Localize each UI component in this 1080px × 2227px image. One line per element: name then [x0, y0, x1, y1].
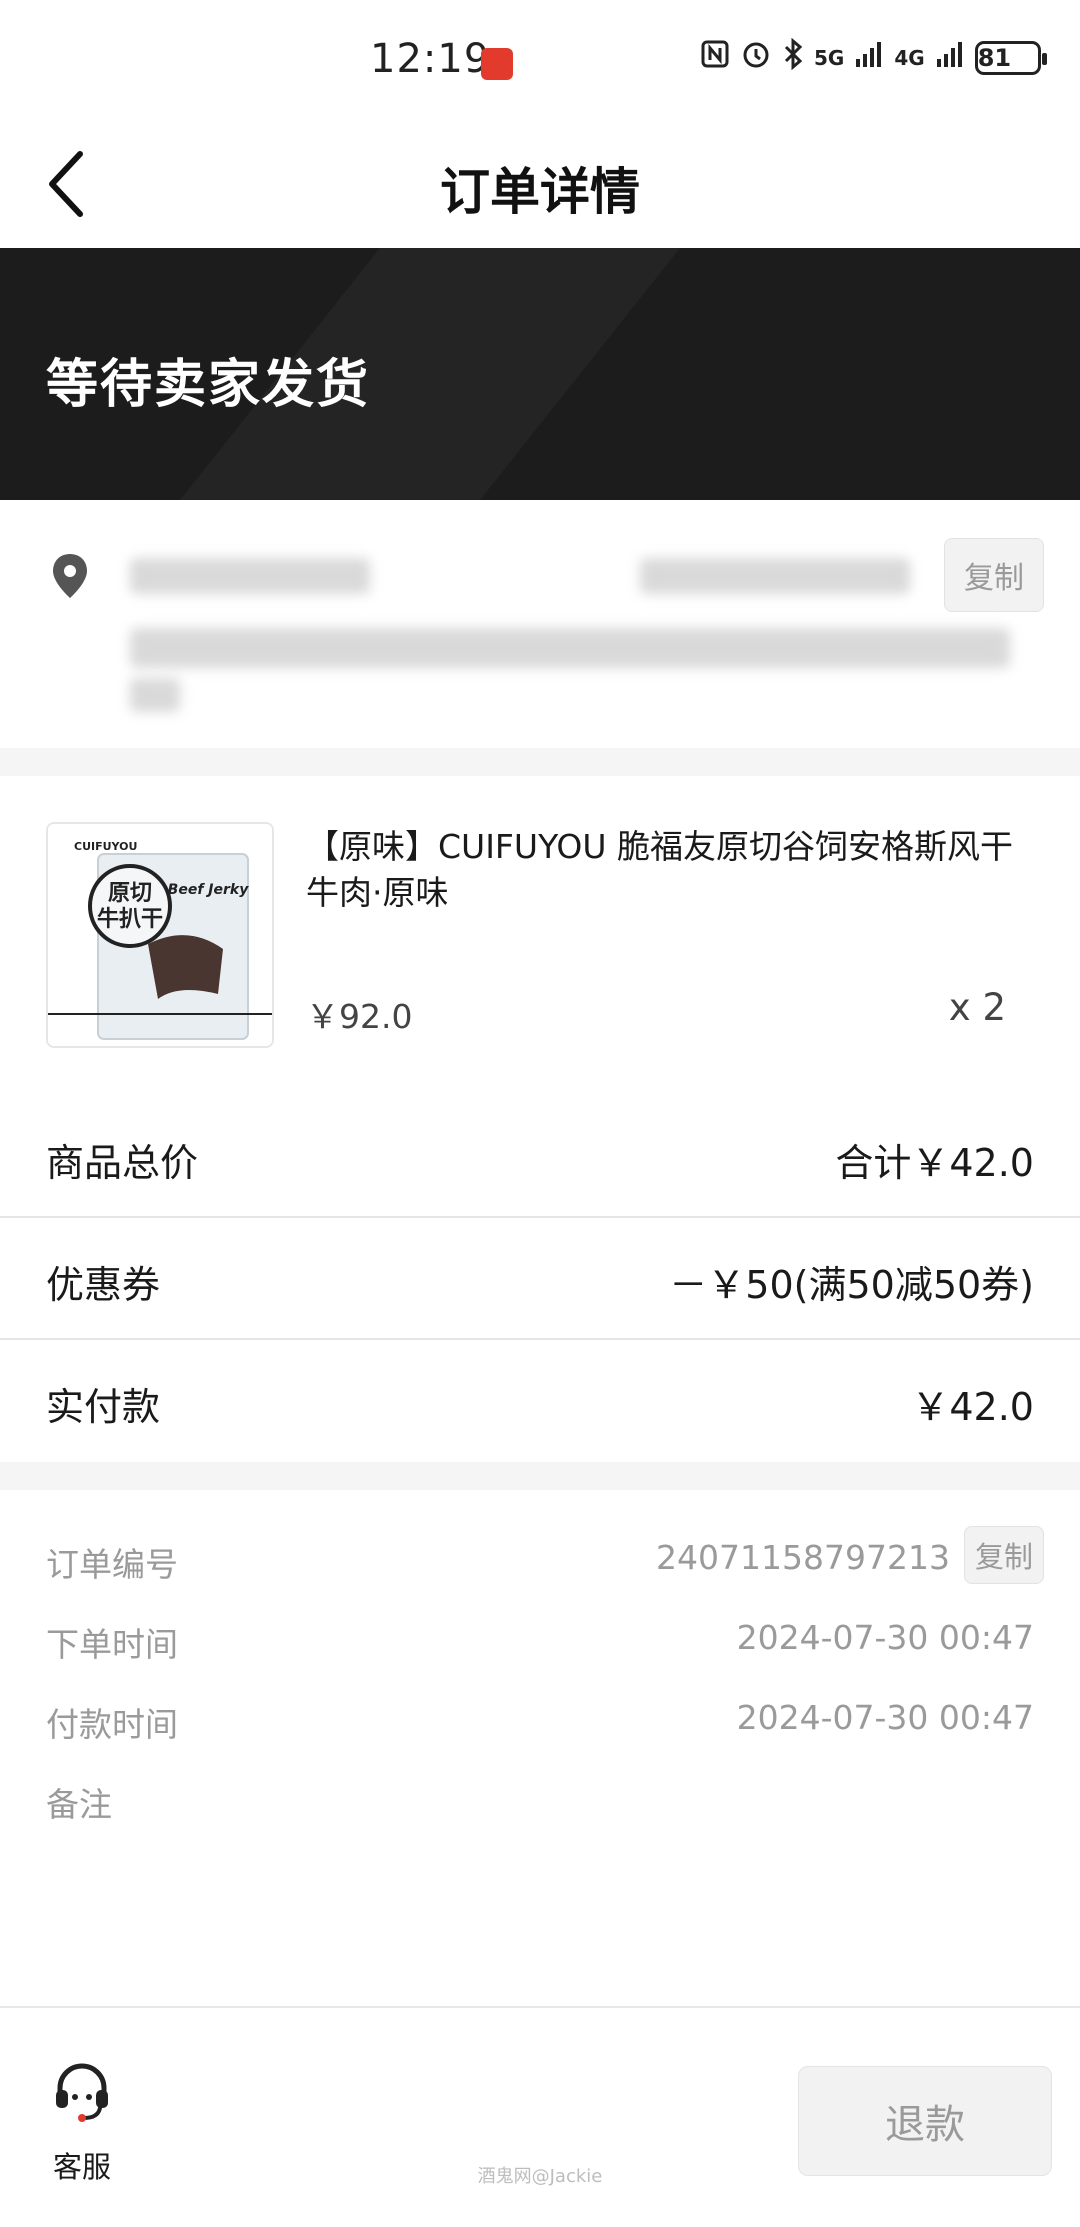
copy-order-number-button[interactable]: 复制	[964, 1526, 1044, 1584]
section-divider	[0, 1462, 1080, 1490]
address-card[interactable]: 复制	[0, 500, 1080, 748]
pay-time-row: 付款时间 2024-07-30 00:47	[0, 1692, 1080, 1752]
order-number-row: 订单编号 24071158797213 复制	[0, 1526, 1080, 1592]
network-5g-label: 5G	[814, 45, 845, 70]
order-number-value: 24071158797213	[656, 1538, 950, 1577]
section-divider	[0, 748, 1080, 776]
order-status-text: 等待卖家发货	[46, 355, 371, 415]
signal-icon-2	[935, 39, 965, 76]
pay-time-label: 付款时间	[46, 1705, 178, 1744]
header: 订单详情	[0, 120, 1080, 248]
product-item[interactable]: 原切 牛扒干 Beef Jerky CUIFUYOU 【原味】CUIFUYOU …	[0, 776, 1080, 1076]
order-time-label: 下单时间	[46, 1625, 178, 1664]
remark-row: 备注	[0, 1772, 1080, 1832]
copy-address-button[interactable]: 复制	[944, 538, 1044, 612]
alarm-icon	[740, 38, 772, 77]
paid-row: 实付款 ￥42.0	[0, 1340, 1080, 1462]
network-4g-label: 4G	[894, 45, 925, 70]
product-thumb-text-1: 原切	[108, 881, 152, 906]
product-thumb-en: Beef Jerky	[168, 882, 250, 898]
status-icons: 5G 4G 81	[700, 37, 1047, 77]
order-time-value: 2024-07-30 00:47	[736, 1618, 1034, 1657]
coupon-label: 优惠券	[46, 1263, 161, 1307]
paid-value: ￥42.0	[911, 1385, 1034, 1429]
product-price: ￥92.0	[306, 997, 413, 1036]
order-number-label: 订单编号	[46, 1545, 178, 1584]
product-quantity: x 2	[948, 986, 1006, 1029]
bluetooth-icon	[782, 37, 804, 77]
page-title: 订单详情	[440, 163, 640, 221]
goods-total-value: 合计￥42.0	[835, 1141, 1034, 1185]
location-pin-icon	[53, 554, 87, 598]
product-image[interactable]: 原切 牛扒干 Beef Jerky CUIFUYOU	[46, 822, 274, 1048]
product-thumb-brand: CUIFUYOU	[74, 840, 137, 853]
paid-label: 实付款	[46, 1385, 161, 1429]
address-line-blurred	[130, 628, 1010, 668]
status-bar: 12:19 5G 4G 81	[0, 0, 1080, 120]
order-time-row: 下单时间 2024-07-30 00:47	[0, 1612, 1080, 1672]
nfc-icon	[700, 39, 730, 76]
notification-app-icon	[481, 48, 513, 80]
coupon-value: －￥50(满50减50券)	[669, 1263, 1034, 1307]
bottom-action-bar: 客服 酒鬼网@Jackie 退款	[0, 2006, 1080, 2227]
product-package-image: 原切 牛扒干 Beef Jerky CUIFUYOU	[48, 824, 272, 1046]
headset-icon	[56, 2063, 108, 2122]
product-name[interactable]: 【原味】CUIFUYOU 脆福友原切谷饲安格斯风干牛肉·原味	[306, 824, 1036, 916]
refund-button[interactable]: 退款	[798, 2066, 1052, 2176]
status-time: 12:19	[370, 36, 491, 82]
pay-time-value: 2024-07-30 00:47	[736, 1698, 1034, 1737]
order-info-section: 订单编号 24071158797213 复制 下单时间 2024-07-30 0…	[0, 1492, 1080, 2006]
recipient-phone-blurred	[640, 558, 910, 594]
remark-label: 备注	[46, 1785, 112, 1824]
recipient-name-blurred	[130, 558, 370, 594]
address-line-2-blurred	[130, 678, 180, 712]
goods-total-label: 商品总价	[46, 1141, 199, 1185]
signal-icon-1	[854, 39, 884, 76]
coupon-row[interactable]: 优惠券 －￥50(满50减50券)	[0, 1218, 1080, 1340]
product-thumb-text-2: 牛扒干	[97, 906, 163, 932]
battery-icon: 81	[974, 40, 1047, 75]
goods-total-row: 商品总价 合计￥42.0	[0, 1096, 1080, 1218]
order-status-banner: 等待卖家发货	[0, 248, 1080, 500]
